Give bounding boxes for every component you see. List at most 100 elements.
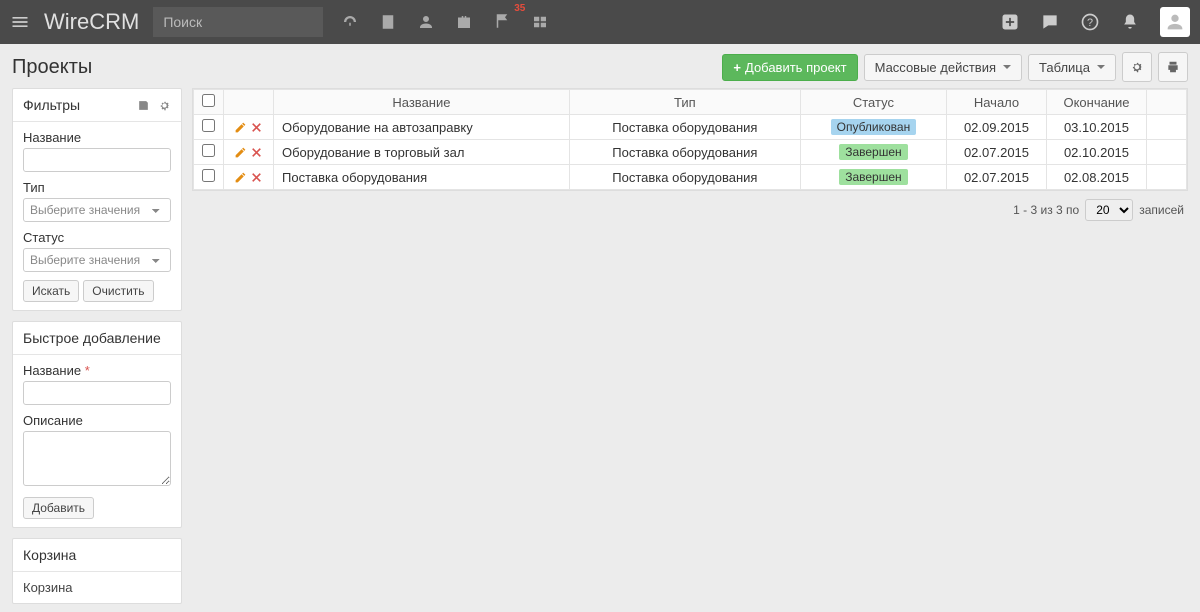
edit-icon[interactable]	[234, 171, 247, 184]
trash-title: Корзина	[23, 547, 76, 563]
filter-search-button[interactable]: Искать	[23, 280, 79, 302]
filter-status-select[interactable]: Выберите значения	[23, 248, 171, 272]
table-header-row: Название Тип Статус Начало Окончание	[194, 90, 1187, 115]
pager: 1 - 3 из 3 по 20 записей	[192, 191, 1188, 229]
table-row: Оборудование на автозаправкуПоставка обо…	[194, 115, 1187, 140]
cell-type: Поставка оборудования	[569, 165, 800, 190]
brand-logo[interactable]: WireCRM	[44, 9, 139, 35]
left-column: Фильтры Название Тип Выберите значени	[12, 88, 182, 604]
chevron-down-icon	[1097, 65, 1105, 69]
edit-icon[interactable]	[234, 146, 247, 159]
plus-box-icon[interactable]	[1000, 12, 1020, 32]
quickadd-panel: Быстрое добавление Название * Описание Д…	[12, 321, 182, 528]
cell-end: 02.10.2015	[1047, 140, 1147, 165]
col-name[interactable]: Название	[274, 90, 570, 115]
col-end[interactable]: Окончание	[1047, 90, 1147, 115]
cell-end: 03.10.2015	[1047, 115, 1147, 140]
svg-text:?: ?	[1087, 17, 1093, 29]
content-row: Фильтры Название Тип Выберите значени	[12, 88, 1188, 604]
page-size-select[interactable]: 20	[1085, 199, 1133, 221]
search-input[interactable]	[153, 7, 323, 37]
row-checkbox[interactable]	[202, 119, 215, 132]
cell-start: 02.07.2015	[947, 165, 1047, 190]
user-avatar[interactable]	[1160, 7, 1190, 37]
main-column: Название Тип Статус Начало Окончание Обо…	[192, 88, 1188, 229]
quickadd-name-label: Название *	[23, 363, 171, 378]
edit-icon[interactable]	[234, 121, 247, 134]
table-row: Оборудование в торговый залПоставка обор…	[194, 140, 1187, 165]
delete-icon[interactable]	[250, 146, 263, 159]
filter-name-input[interactable]	[23, 148, 171, 172]
filters-panel: Фильтры Название Тип Выберите значени	[12, 88, 182, 311]
add-project-button[interactable]: + Добавить проект	[722, 54, 857, 81]
quickadd-desc-label: Описание	[23, 413, 171, 428]
col-type[interactable]: Тип	[569, 90, 800, 115]
cell-type: Поставка оборудования	[569, 140, 800, 165]
view-mode-button[interactable]: Таблица	[1028, 54, 1116, 81]
chevron-down-icon	[1003, 65, 1011, 69]
dashboard-icon[interactable]	[341, 13, 359, 31]
cell-name[interactable]: Оборудование на автозаправку	[274, 115, 570, 140]
cell-start: 02.07.2015	[947, 140, 1047, 165]
table-row: Поставка оборудованияПоставка оборудован…	[194, 165, 1187, 190]
page-head: Проекты + Добавить проект Массовые дейст…	[12, 52, 1188, 82]
status-badge: Завершен	[839, 144, 907, 160]
gear-icon	[1130, 60, 1144, 74]
pager-suffix: записей	[1139, 203, 1184, 217]
projects-table: Название Тип Статус Начало Окончание Обо…	[192, 88, 1188, 191]
person-icon[interactable]	[417, 13, 435, 31]
quickadd-desc-input[interactable]	[23, 431, 171, 486]
row-checkbox[interactable]	[202, 169, 215, 182]
filter-status-label: Статус	[23, 230, 171, 245]
cell-status: Завершен	[800, 140, 946, 165]
apps-icon[interactable]	[531, 13, 549, 31]
filter-type-select[interactable]: Выберите значения	[23, 198, 171, 222]
building-icon[interactable]	[379, 13, 397, 31]
quickadd-submit-button[interactable]: Добавить	[23, 497, 94, 519]
settings-button[interactable]	[1122, 52, 1152, 82]
flag-badge: 35	[514, 3, 525, 14]
delete-icon[interactable]	[250, 171, 263, 184]
add-project-label: Добавить проект	[745, 60, 847, 75]
filter-clear-button[interactable]: Очистить	[83, 280, 153, 302]
row-checkbox[interactable]	[202, 144, 215, 157]
view-mode-label: Таблица	[1039, 60, 1090, 75]
print-button[interactable]	[1158, 52, 1188, 82]
filters-title: Фильтры	[23, 97, 80, 113]
select-all-checkbox[interactable]	[202, 94, 215, 107]
col-status[interactable]: Статус	[800, 90, 946, 115]
plus-icon: +	[733, 60, 741, 75]
bulk-actions-button[interactable]: Массовые действия	[864, 54, 1022, 81]
status-badge: Завершен	[839, 169, 907, 185]
page-body: Проекты + Добавить проект Массовые дейст…	[0, 44, 1200, 612]
cell-type: Поставка оборудования	[569, 115, 800, 140]
quickadd-name-input[interactable]	[23, 381, 171, 405]
bulk-actions-label: Массовые действия	[875, 60, 996, 75]
status-badge: Опубликован	[831, 119, 917, 135]
gear-icon[interactable]	[158, 99, 171, 112]
print-icon	[1166, 60, 1180, 74]
briefcase-icon[interactable]	[455, 13, 473, 31]
head-actions: + Добавить проект Массовые действия Табл…	[722, 52, 1188, 82]
bell-icon[interactable]	[1120, 12, 1140, 32]
filter-type-label: Тип	[23, 180, 171, 195]
topbar-right: ?	[1000, 7, 1190, 37]
cell-status: Опубликован	[800, 115, 946, 140]
filter-name-label: Название	[23, 130, 171, 145]
flag-icon	[493, 12, 511, 30]
col-start[interactable]: Начало	[947, 90, 1047, 115]
cell-name[interactable]: Поставка оборудования	[274, 165, 570, 190]
flag-icon-wrap[interactable]: 35	[493, 12, 511, 33]
save-filter-icon[interactable]	[137, 99, 150, 112]
menu-icon[interactable]	[10, 12, 30, 32]
help-icon[interactable]: ?	[1080, 12, 1100, 32]
cell-end: 02.08.2015	[1047, 165, 1147, 190]
chat-icon[interactable]	[1040, 12, 1060, 32]
cell-name[interactable]: Оборудование в торговый зал	[274, 140, 570, 165]
top-icons: 35	[341, 12, 549, 33]
delete-icon[interactable]	[250, 121, 263, 134]
trash-panel: Корзина Корзина	[12, 538, 182, 604]
top-navbar: WireCRM 35 ?	[0, 0, 1200, 44]
trash-link[interactable]: Корзина	[23, 580, 73, 595]
cell-status: Завершен	[800, 165, 946, 190]
